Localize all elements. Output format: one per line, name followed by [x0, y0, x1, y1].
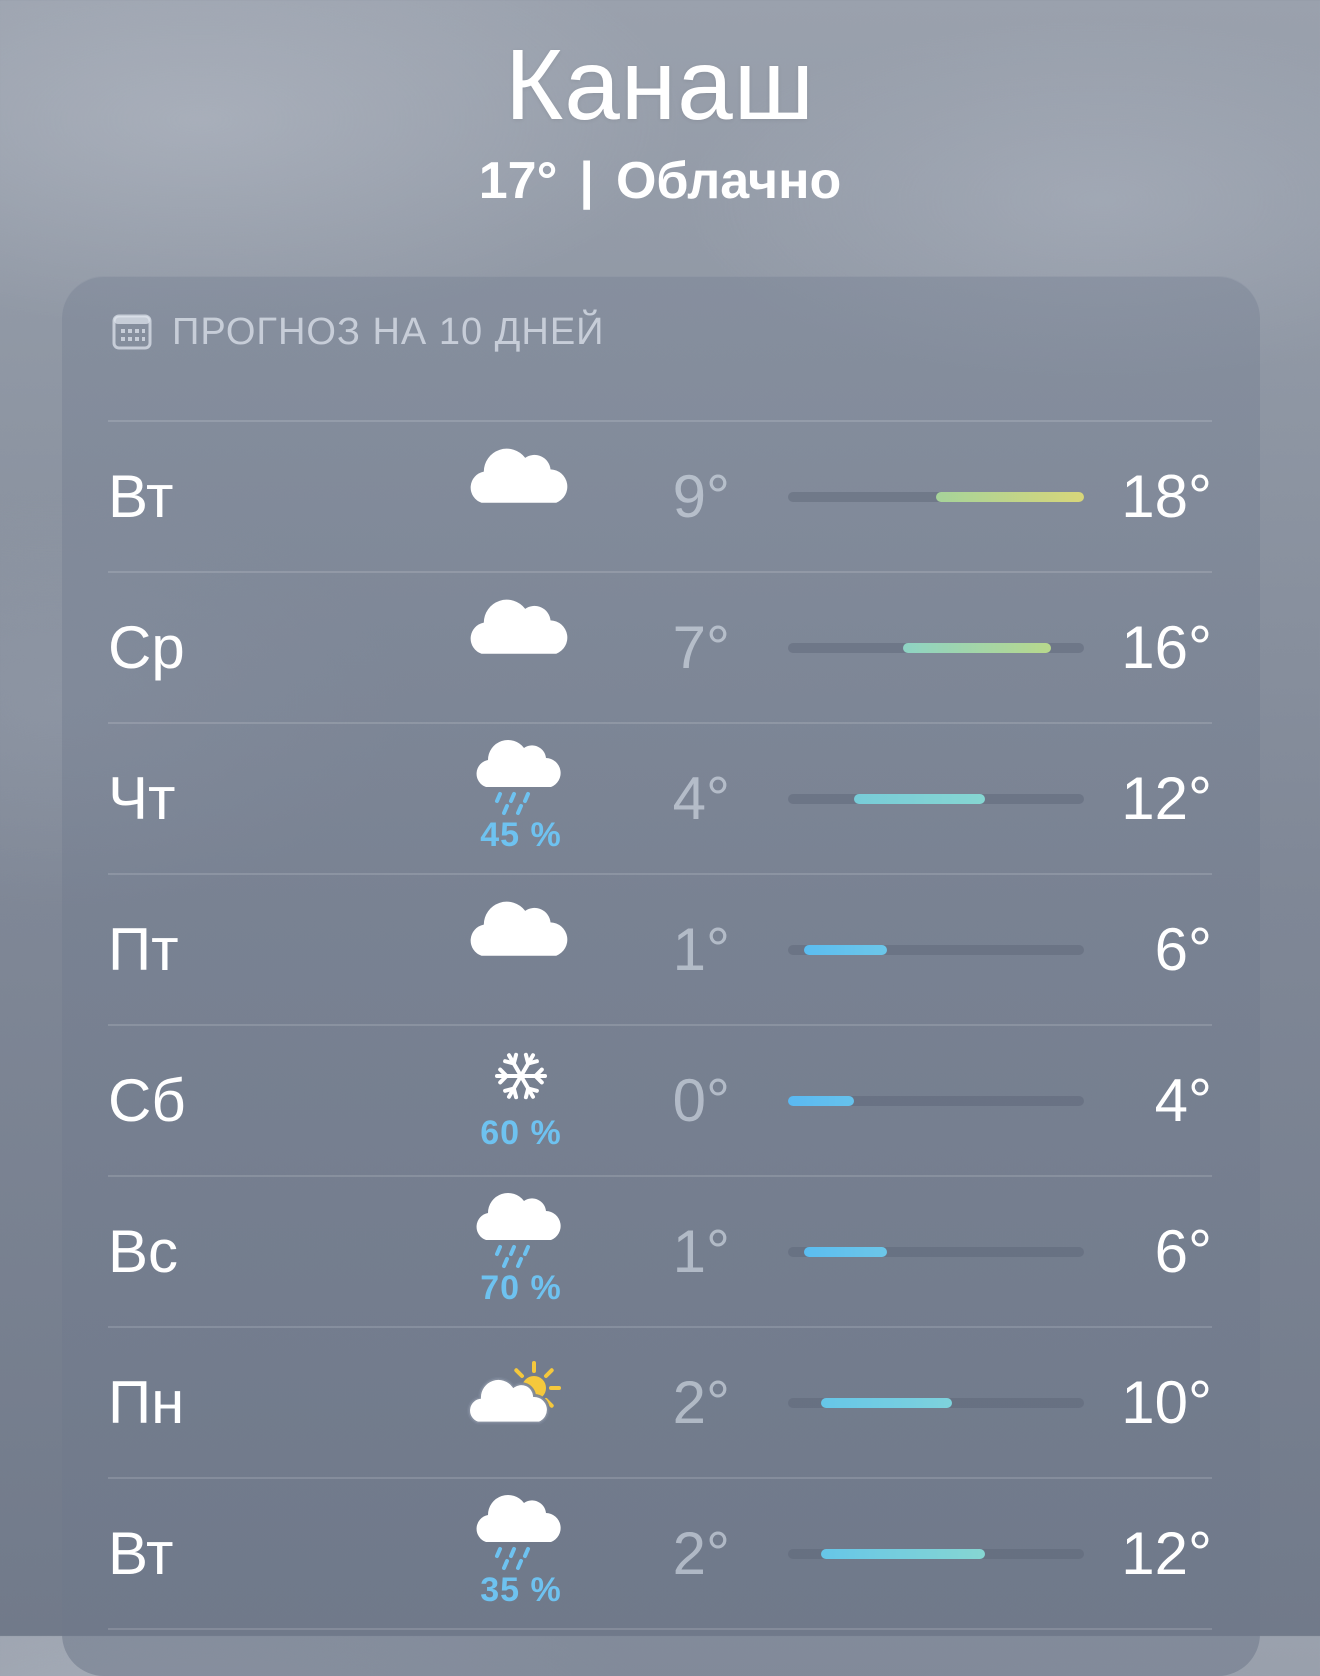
day-label: Вт: [108, 1520, 174, 1587]
city-name: Канаш: [505, 29, 815, 141]
low-temperature: 0°: [672, 1067, 730, 1134]
day-label: Вт: [108, 463, 174, 530]
forecast-row[interactable]: Пн 2° 10°: [108, 1328, 1212, 1478]
high-temperature: 12°: [1121, 765, 1212, 832]
temperature-range-fill: [804, 945, 887, 955]
forecast-row[interactable]: Ср 7° 16°: [108, 573, 1212, 723]
temperature-range-fill: [820, 1549, 986, 1559]
temperature-range-fill: [936, 492, 1084, 502]
temperature-range-fill: [788, 1096, 854, 1106]
forecast-row[interactable]: Вт 35 % 2° 12°: [108, 1479, 1212, 1629]
cloud-icon: [466, 875, 576, 1025]
temperature-range-track: [788, 1247, 1084, 1257]
day-label: Вс: [108, 1218, 179, 1285]
temperature-range-fill: [903, 643, 1052, 653]
precipitation-chance: 60 %: [480, 1114, 562, 1152]
low-temperature: 7°: [672, 614, 730, 681]
temperature-range-track: [788, 643, 1084, 653]
cloud-sun-icon: [466, 1328, 576, 1478]
cloud-icon: [466, 573, 576, 723]
current-temperature: 17°: [478, 152, 558, 210]
calendar-icon: [112, 314, 152, 350]
precipitation-chance: 70 %: [480, 1269, 562, 1307]
temperature-range-track: [788, 945, 1084, 955]
high-temperature: 6°: [1154, 1218, 1212, 1285]
low-temperature: 4°: [672, 765, 730, 832]
high-temperature: 16°: [1121, 614, 1212, 681]
forecast-row[interactable]: Вт 9° 18°: [108, 422, 1212, 572]
temperature-range-fill: [804, 1247, 887, 1257]
current-condition: Облачно: [615, 152, 842, 210]
cloud-icon: [466, 422, 576, 572]
temperature-range-track: [788, 492, 1084, 502]
low-temperature: 1°: [672, 916, 730, 983]
cloud-rain-icon: 35 %: [466, 1479, 576, 1629]
day-label: Сб: [108, 1067, 186, 1134]
high-temperature: 4°: [1154, 1067, 1212, 1134]
forecast-row[interactable]: Пт 1° 6°: [108, 875, 1212, 1025]
high-temperature: 10°: [1121, 1369, 1212, 1436]
temperature-range-track: [788, 1549, 1084, 1559]
day-label: Пт: [108, 916, 179, 983]
temperature-range-fill: [853, 794, 986, 804]
precipitation-chance: 35 %: [480, 1571, 562, 1609]
forecast-title: ПРОГНОЗ НА 10 ДНЕЙ: [112, 308, 604, 356]
high-temperature: 12°: [1121, 1520, 1212, 1587]
low-temperature: 9°: [672, 463, 730, 530]
low-temperature: 2°: [672, 1520, 730, 1587]
row-divider: [108, 1628, 1212, 1630]
temperature-range-track: [788, 1096, 1084, 1106]
conditions-separator: |: [579, 152, 594, 210]
forecast-row[interactable]: Вс 70 % 1° 6°: [108, 1177, 1212, 1327]
cloud-rain-icon: 70 %: [466, 1177, 576, 1327]
temperature-range-track: [788, 1398, 1084, 1408]
precipitation-chance: 45 %: [480, 816, 562, 854]
day-label: Чт: [108, 765, 176, 832]
day-label: Пн: [108, 1369, 185, 1436]
forecast-row[interactable]: Сб 60 % 0° 4°: [108, 1026, 1212, 1176]
high-temperature: 18°: [1121, 463, 1212, 530]
temperature-range-fill: [820, 1398, 953, 1408]
forecast-title-text: ПРОГНОЗ НА 10 ДНЕЙ: [172, 310, 605, 353]
current-conditions: 17° | Облачно: [0, 146, 1320, 216]
snowflake-icon: 60 %: [466, 1026, 576, 1176]
low-temperature: 1°: [672, 1218, 730, 1285]
low-temperature: 2°: [672, 1369, 730, 1436]
high-temperature: 6°: [1154, 916, 1212, 983]
day-label: Ср: [108, 614, 185, 681]
forecast-row[interactable]: Чт 45 % 4° 12°: [108, 724, 1212, 874]
cloud-rain-icon: 45 %: [466, 724, 576, 874]
temperature-range-track: [788, 794, 1084, 804]
